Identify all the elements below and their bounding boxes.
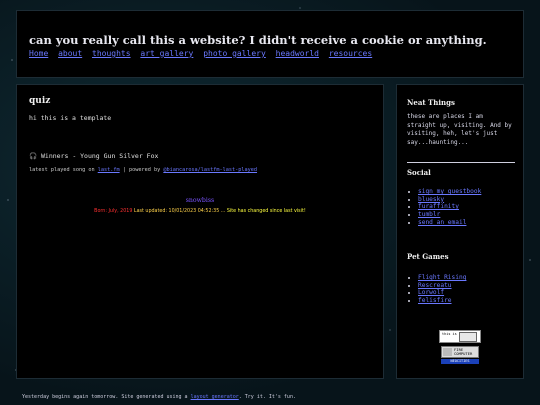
footer-tail: . Try it. It's fun. [238, 394, 296, 400]
now-playing: 🎧 Winners - Young Gun Silver Fox [29, 152, 158, 160]
site-footer: Yesterday begins again tomorrow. Site ge… [22, 394, 296, 400]
change-message: Site has changed since last visit! [226, 209, 306, 214]
nav-home-link[interactable]: Home [29, 49, 48, 58]
computer-label: COMPUTER [454, 351, 473, 356]
updated-date: 10/01/2023 04:52:35 [168, 209, 220, 214]
site-title: can you really call this a website? I di… [29, 33, 487, 47]
footer-text: Yesterday begins again tomorrow. Site ge… [22, 394, 188, 400]
neat-things-heading: Neat Things [407, 98, 455, 107]
tumblr-link[interactable]: tumblr [418, 211, 440, 218]
guestbook-link[interactable]: sign my guestbook [418, 188, 481, 195]
nav-art-gallery-link[interactable]: art gallery [140, 49, 193, 58]
fire-computer-badge[interactable]: FIRE COMPUTER [441, 346, 479, 358]
pet-games-links: Flight Rising Rescreatu Lorwolf felisfir… [407, 274, 466, 305]
computer-icon [443, 348, 452, 356]
fault-badge[interactable]: this is my fault [439, 330, 481, 343]
nav-photo-gallery-link[interactable]: photo gallery [203, 49, 266, 58]
lorwolf-link[interactable]: Lorwolf [418, 289, 444, 296]
flight-rising-link[interactable]: Flight Rising [418, 274, 466, 281]
lastfm-separator: | powered by [122, 167, 161, 173]
social-links: sign my guestbook bluesky furaffinity tu… [407, 188, 481, 227]
nav-resources-link[interactable]: resources [329, 49, 372, 58]
born-label: Born: [94, 209, 107, 214]
lastfm-prefix: latest played song on [29, 167, 95, 173]
pet-games-heading: Pet Games [407, 252, 449, 261]
nav-about-link[interactable]: about [58, 49, 82, 58]
counter-name: snowbiss [185, 197, 215, 204]
nav-headworld-link[interactable]: headworld [276, 49, 319, 58]
lastfm-link[interactable]: last.fm [98, 167, 120, 173]
main-nav: Home about thoughts art gallery photo ga… [29, 49, 377, 58]
intro-text: hi this is a template [29, 114, 112, 122]
furaffinity-link[interactable]: furaffinity [418, 203, 459, 210]
page-heading: quiz [29, 96, 51, 106]
main-content: quiz hi this is a template 🎧 Winners - Y… [16, 84, 384, 379]
nav-thoughts-link[interactable]: thoughts [92, 49, 131, 58]
site-counter: Born: July, 2019 Last updated: 10/01/202… [17, 209, 383, 214]
updated-label: Last updated: [133, 209, 167, 214]
doodle-icon [459, 332, 477, 342]
sidebar-divider [407, 162, 515, 163]
rescreatu-link[interactable]: Rescreatu [418, 282, 452, 289]
neat-things-text: these are places I am straight up, visit… [407, 113, 512, 146]
born-date: July, 2019 [108, 209, 133, 214]
neocities-badge[interactable]: NEOCITIES [441, 359, 479, 364]
site-header: can you really call this a website? I di… [16, 10, 524, 78]
counter-ellipsis: ... [220, 209, 226, 214]
sidebar: Neat Things these are places I am straig… [396, 84, 524, 379]
song-title: Winners - Young Gun Silver Fox [41, 152, 159, 160]
email-link[interactable]: send an email [418, 219, 466, 226]
lastfm-credit: latest played song on last.fm | powered … [29, 167, 257, 173]
layout-generator-link[interactable]: layout generator [191, 394, 239, 400]
headphones-icon: 🎧 [29, 152, 38, 160]
social-heading: Social [407, 168, 431, 177]
felisfire-link[interactable]: felisfire [418, 297, 452, 304]
lastfm-repo-link[interactable]: @biancarosa/lastfm-last-played [163, 167, 257, 173]
bluesky-link[interactable]: bluesky [418, 196, 444, 203]
